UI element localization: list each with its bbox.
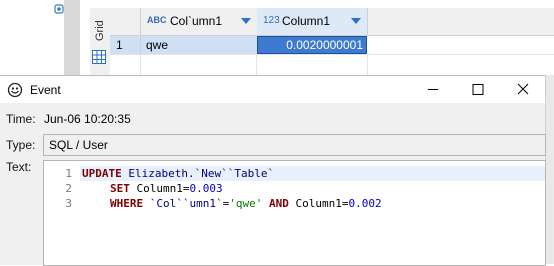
time-label: Time: <box>6 112 36 126</box>
pin-icon[interactable] <box>54 4 64 14</box>
grid-cell[interactable]: qwe <box>141 36 258 54</box>
selected-grid-cell[interactable]: 0.0020000001 <box>257 36 367 54</box>
column-header-column1[interactable]: 123 Column1 <box>257 8 368 35</box>
code-line: WHERE `Col``umn1`='qwe' AND Column1=0.00… <box>110 197 382 210</box>
row-number-header[interactable] <box>110 8 141 35</box>
dialog-titlebar[interactable]: Event <box>0 76 545 103</box>
scrollbar[interactable] <box>545 75 554 264</box>
line-number: 1 <box>65 167 72 180</box>
column-header-label: Column1 <box>282 14 331 28</box>
close-button[interactable] <box>500 76 545 103</box>
code-line: UPDATE Elizabeth.`New``Table` <box>80 166 545 181</box>
code-line: SET Column1=0.003 <box>110 182 223 195</box>
time-value: Jun-06 10:20:35 <box>44 112 131 126</box>
dialog-body: Time: Jun-06 10:20:35 Type: SQL / User T… <box>0 103 546 266</box>
maximize-button[interactable] <box>455 76 500 103</box>
dialog-title: Event <box>30 83 61 97</box>
numeric-type-icon: 123 <box>263 15 280 26</box>
table-row[interactable]: 1 qwe 0.0020000001 <box>110 36 554 55</box>
minimize-button[interactable] <box>410 76 455 103</box>
type-field[interactable]: SQL / User <box>43 134 546 156</box>
chevron-down-icon[interactable] <box>351 18 361 24</box>
text-label: Text: <box>6 160 32 174</box>
column-header-label: Col`umn1 <box>170 14 223 28</box>
row-number-cell[interactable]: 1 <box>110 36 141 54</box>
chevron-down-icon[interactable] <box>241 18 251 24</box>
text-type-icon: ABC <box>147 15 167 25</box>
column-header-col-umn1[interactable]: ABC Col`umn1 <box>141 8 258 35</box>
event-dialog: Event Time: Jun-06 10:20:35 Type: SQL / … <box>0 75 546 266</box>
table-grid-icon[interactable] <box>92 50 106 64</box>
grid-tab-label: Grid <box>94 20 106 42</box>
event-app-icon <box>7 82 23 98</box>
grid-header-row: ABC Col`umn1 123 Column1 <box>110 8 554 36</box>
sql-text-editor[interactable]: 1 2 3 UPDATE Elizabeth.`New``Table` SET … <box>43 160 546 266</box>
type-label: Type: <box>6 138 36 152</box>
line-number-gutter: 1 2 3 <box>44 161 78 265</box>
line-number: 3 <box>65 197 72 210</box>
panel-divider <box>64 0 80 75</box>
results-grid: ABC Col`umn1 123 Column1 1 qwe 0.0020000… <box>110 8 554 75</box>
line-number: 2 <box>65 182 72 195</box>
grid-side-tab[interactable]: Grid <box>90 8 111 75</box>
